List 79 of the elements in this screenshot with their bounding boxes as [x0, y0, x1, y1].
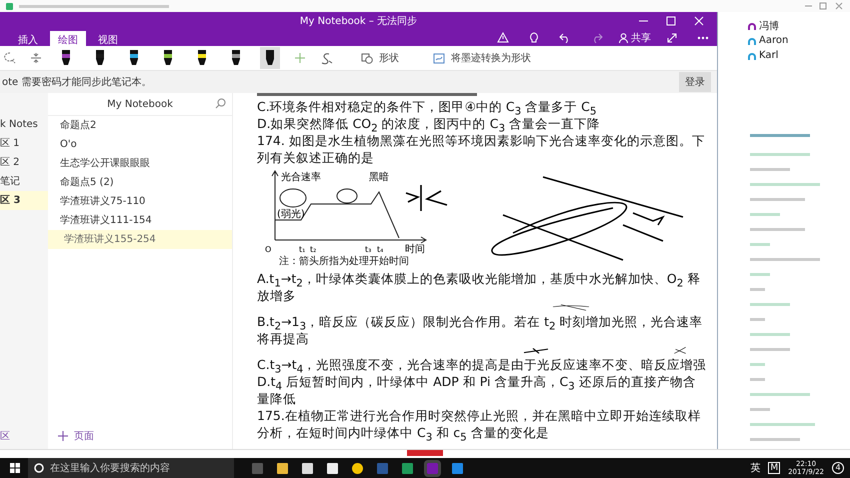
login-button[interactable]: 登录 — [679, 72, 711, 92]
page-item[interactable]: 命题点2 — [48, 116, 232, 135]
plus-icon — [58, 431, 68, 441]
diagram-note: 注：箭头所指为处理开始时间 — [279, 254, 409, 268]
tick-label: t₁ — [299, 245, 306, 254]
search-icon[interactable] — [215, 98, 226, 109]
diagram-label: (弱光) — [277, 209, 305, 220]
notebook-title: My Notebook — [107, 98, 173, 110]
ribbon-tab[interactable]: 插入 — [10, 31, 46, 46]
insert-space-icon[interactable] — [30, 52, 42, 64]
pen-icon — [161, 48, 175, 68]
add-section-link[interactable]: 区 — [0, 423, 48, 449]
pen-icon — [195, 48, 209, 68]
share-button[interactable]: 共享 — [615, 30, 655, 44]
pen-tool[interactable] — [260, 47, 280, 69]
ink-to-shape-button[interactable]: 将墨迹转换为形状 — [427, 50, 537, 66]
diagram-label: 黑暗 — [369, 172, 389, 183]
expand-icon[interactable] — [667, 32, 677, 42]
section-tab[interactable]: 区 2 — [0, 153, 48, 172]
option-text: C.t$_{3}$→t$_{4}$，光照强度不变，光合速率的提高是由于光反应速率不变、暗反应增强 — [257, 356, 708, 373]
page-item[interactable]: 学渣班讲义155-254 — [48, 230, 232, 249]
pen-icon — [263, 48, 277, 68]
option-text: D.t$_{4}$ 后短暂时间内，叶绿体中 ADP 和 Pi 含量升高，C$_{3}$ 还原后的直接产物含量降低 — [257, 373, 697, 407]
lightbulb-icon[interactable] — [529, 32, 539, 44]
option-text: A.t$_{1}$→t$_{2}$，叶绿体类囊体膜上的色素吸收光能增加，基质中水光解加快、O$_{2}$ 释放增多 — [257, 270, 702, 304]
question-text: 174. 如图是水生植物黑藻在光照等环境因素影响下光合速率变化的示意图。下列有关叙述正确的是 — [257, 132, 706, 166]
page-item[interactable]: 学渣班讲义111-154 — [48, 211, 232, 230]
question-text: D.如果突然降低 CO$_{2}$ 的浓度，图丙中的 C$_{3}$ 含量会一直下降 — [257, 115, 602, 132]
axis-label: 时间 — [405, 244, 425, 254]
ink-cross-mark — [673, 347, 687, 354]
warning-icon[interactable] — [497, 32, 509, 43]
undo-icon[interactable] — [559, 32, 571, 42]
more-icon[interactable] — [697, 36, 709, 40]
tick-label: t₂ — [310, 245, 316, 254]
app-logo-icon — [6, 2, 13, 10]
option-text: 175.在植物正常进行光合作用时突然停止光照，并在黑暗中立即开始连续取样分析，在短时间内叶绿体中 C$_{3}$ 和 c$_{5}$ 含量的变化是 — [257, 407, 702, 441]
participant-name: Karl — [759, 50, 778, 61]
notification-badge[interactable]: 4 — [832, 462, 844, 474]
participant-name: Aaron — [759, 35, 788, 46]
shapes-icon — [361, 52, 373, 64]
input-method-indicator[interactable]: 英 — [750, 461, 760, 475]
cortana-icon — [34, 463, 44, 473]
section-tab[interactable]: 笔记 — [0, 172, 48, 191]
input-mode-indicator[interactable]: M — [768, 462, 780, 474]
redo-icon[interactable] — [591, 32, 603, 42]
add-page-button[interactable]: 页面 — [48, 423, 232, 449]
taskbar-app-icon[interactable] — [352, 462, 363, 474]
pen-icon — [127, 48, 141, 68]
tick-label: t₄ — [377, 245, 384, 254]
page-item[interactable]: 命题点5 (2) — [48, 173, 232, 192]
question-text: C.环境条件相对稳定的条件下，图甲④中的 C$_{3}$ 含量多于 C$_{5}$ — [257, 98, 598, 115]
ribbon-tab[interactable]: 视图 — [90, 31, 126, 46]
windows-start-icon[interactable] — [10, 463, 20, 473]
ribbon-tab[interactable]: 绘图 — [50, 31, 86, 46]
participant-name: 冯博 — [759, 20, 779, 32]
pen-icon — [229, 48, 243, 68]
origin-label: O — [265, 245, 272, 254]
taskbar-app-icon[interactable] — [327, 462, 338, 474]
pen-icon — [59, 48, 73, 68]
shapes-button[interactable]: 形状 — [355, 50, 405, 66]
page-item[interactable]: 学渣班讲义75-110 — [48, 192, 232, 211]
window-title: My Notebook – 无法同步 — [300, 14, 418, 28]
taskbar-app-icon[interactable] — [302, 462, 313, 474]
person-icon — [619, 32, 628, 42]
pen-icon — [93, 48, 107, 68]
section-tab[interactable]: 区 1 — [0, 134, 48, 153]
axis-label: 光合速率 — [281, 172, 321, 183]
page-item[interactable]: 生态学公开课眼眼眼 — [48, 154, 232, 173]
ink-cross-mark — [523, 347, 549, 354]
section-tab[interactable]: 区 3 — [0, 191, 48, 210]
taskbar-app-icon[interactable] — [277, 462, 288, 474]
taskbar-search-field[interactable]: 在这里输入你要搜索的内容 — [28, 458, 234, 478]
ink-to-shape-icon — [433, 52, 445, 64]
tick-label: t₃ — [365, 245, 372, 254]
sync-warning-message: ote 需要密码才能同步此笔记本。 — [2, 76, 152, 89]
option-text: B.t$_{2}$→1$_{3}$，暗反应（碳反应）限制光合作用。若在 t$_{2}$ 时刻增加光照，光合速率将再提高 — [257, 313, 704, 347]
section-tab[interactable]: k Notes — [0, 115, 48, 134]
page-item[interactable]: O'o — [48, 135, 232, 154]
lasso-select-icon[interactable] — [4, 52, 16, 64]
